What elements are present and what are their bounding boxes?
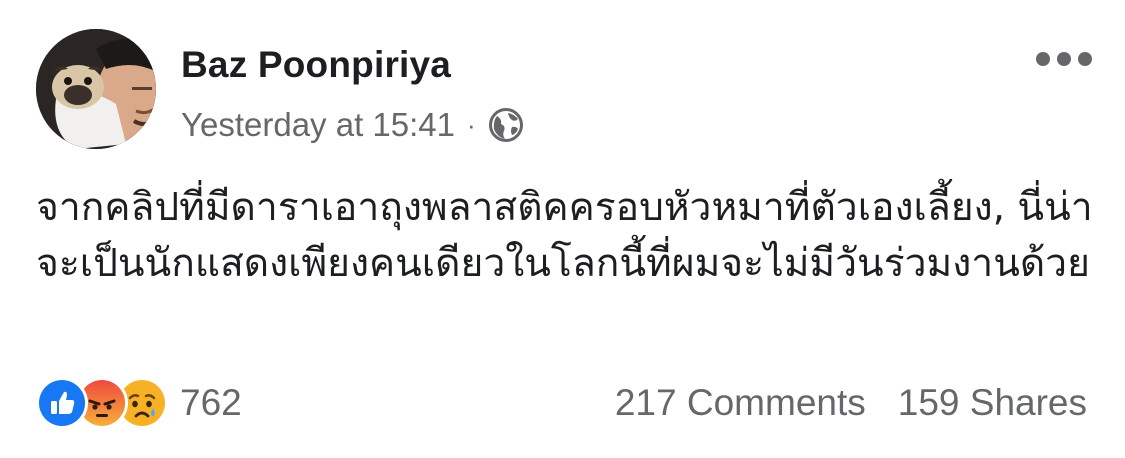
post-meta: Yesterday at 15:41 · (181, 104, 524, 146)
like-icon (36, 377, 88, 429)
post-text: จากคลิปที่มีดาราเอาถุงพลาสติคครอบหัวหมาท… (36, 185, 1093, 286)
more-options-icon[interactable] (1036, 48, 1092, 70)
reactions-summary[interactable]: 762 (36, 377, 242, 429)
post-stats: 217 Comments 159 Shares (615, 378, 1087, 428)
avatar[interactable] (36, 29, 156, 149)
post-timestamp[interactable]: Yesterday at 15:41 (181, 106, 455, 144)
more-dot (1078, 52, 1092, 66)
meta-separator: · (467, 109, 476, 140)
author-name[interactable]: Baz Poonpiriya (181, 44, 451, 86)
shares-count-link[interactable]: 159 Shares (898, 382, 1087, 424)
more-dot (1057, 52, 1071, 66)
globe-icon (488, 107, 524, 143)
comments-count-link[interactable]: 217 Comments (615, 382, 866, 424)
reaction-count: 762 (180, 382, 242, 423)
profile-photo (36, 29, 156, 149)
more-dot (1036, 52, 1050, 66)
